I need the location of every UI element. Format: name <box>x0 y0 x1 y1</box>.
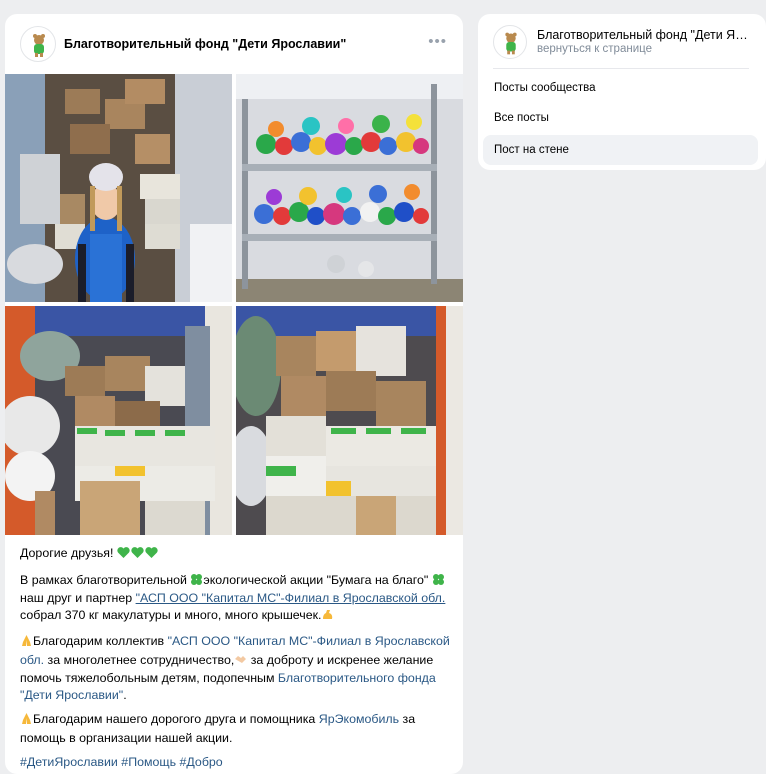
menu-item-all-posts[interactable]: Все посты <box>483 103 758 133</box>
folded-hands-icon <box>20 712 33 730</box>
hashtag-link[interactable]: #ДетиЯрославии <box>20 755 118 769</box>
hashtag-link[interactable]: #Помощь <box>121 755 176 769</box>
back-to-page-link[interactable]: вернуться к странице <box>537 43 652 55</box>
post-photo-1[interactable] <box>5 74 232 302</box>
menu-item-wall-post[interactable]: Пост на стене <box>483 135 758 165</box>
post-photo-3[interactable] <box>5 306 232 535</box>
bear-logo-icon <box>505 32 517 55</box>
post-text: Дорогие друзья! В рамках благотворительн… <box>20 545 450 774</box>
four-leaf-clover-icon <box>432 573 445 591</box>
flexed-biceps-icon <box>321 608 334 626</box>
post-paragraph-1: В рамках благотворительной экологической… <box>20 572 450 626</box>
post-photo-4[interactable] <box>236 306 463 535</box>
green-heart-icon <box>117 546 158 564</box>
handshake-icon <box>234 653 247 671</box>
wall-post: Благотворительный фонд "Дети Ярославии" … <box>5 14 463 774</box>
menu-item-community-posts[interactable]: Посты сообщества <box>483 73 758 103</box>
post-author[interactable]: Благотворительный фонд "Дети Ярославии" <box>64 37 346 51</box>
community-avatar[interactable] <box>20 26 56 62</box>
folded-hands-icon <box>20 634 33 652</box>
four-leaf-clover-icon <box>190 573 203 591</box>
post-greeting: Дорогие друзья! <box>20 545 450 564</box>
yarekomobil-link[interactable]: ЯрЭкомобиль <box>319 712 399 726</box>
partner-link[interactable]: "АСП ООО "Капитал МС"-Филиал в Ярославск… <box>136 591 446 605</box>
divider <box>493 68 749 69</box>
bear-logo-icon <box>33 34 45 57</box>
post-paragraph-2: Благодарим коллектив "АСП ООО "Капитал М… <box>20 634 450 702</box>
community-avatar[interactable] <box>493 25 527 59</box>
community-name[interactable]: Благотворительный фонд "Дети Ярославии" <box>537 28 752 42</box>
post-header: Благотворительный фонд "Дети Ярославии" … <box>5 14 463 74</box>
post-photo-2[interactable] <box>236 74 463 302</box>
post-paragraph-3: Благодарим нашего дорогого друга и помощ… <box>20 712 416 745</box>
more-options-icon[interactable]: ••• <box>428 34 447 49</box>
hashtag-link[interactable]: #Добро <box>180 755 223 769</box>
sidebar-card: Благотворительный фонд "Дети Ярославии" … <box>478 14 766 170</box>
post-hashtags: #ДетиЯрославии #Помощь #Добро <box>20 754 450 771</box>
